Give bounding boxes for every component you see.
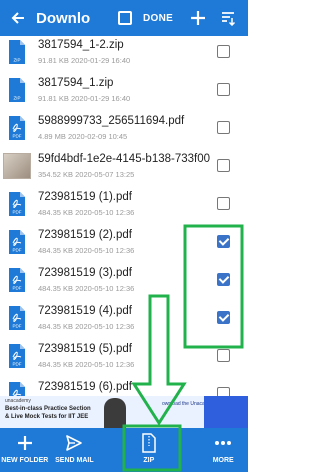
file-row[interactable]: PDF 723981519 (3).pdf 484.35 KB 2020-05-10… bbox=[0, 264, 248, 298]
file-name: 5988999733_256511694.pdf bbox=[38, 115, 185, 127]
back-arrow-icon bbox=[11, 12, 24, 24]
ad-banner[interactable]: unacademy Best-in-class Practice Section… bbox=[0, 396, 248, 428]
file-name: 723981519 (6).pdf bbox=[38, 381, 132, 393]
ad-subheadline: & Live Mock Tests for IIT JEE bbox=[5, 414, 89, 420]
pdf-file-icon: PDF bbox=[9, 344, 25, 368]
file-type-label: PDF bbox=[13, 134, 22, 139]
file-row[interactable]: PDF 723981519 (1).pdf 484.35 KB 2020-05-10… bbox=[0, 188, 248, 222]
file-checkbox[interactable] bbox=[217, 83, 230, 96]
file-row[interactable]: PDF 5988999733_256511694.pdf 4.89 MB 2020-… bbox=[0, 112, 248, 146]
file-checkbox[interactable] bbox=[217, 387, 230, 396]
ad-brand: unacademy bbox=[5, 398, 31, 404]
pdf-file-icon: PDF bbox=[9, 306, 25, 330]
file-thumbnail bbox=[3, 153, 31, 179]
file-row[interactable]: PDF 723981519 (4).pdf 484.35 KB 2020-05-10… bbox=[0, 302, 248, 336]
more-label: MORE bbox=[212, 457, 234, 464]
file-name: 3817594_1.zip bbox=[38, 77, 114, 89]
file-row[interactable]: PDF 723981519 (2).pdf 484.35 KB 2020-05-10… bbox=[0, 226, 248, 260]
zip-file-icon: ZIP bbox=[9, 78, 25, 102]
zip-file-icon: ZIP bbox=[9, 40, 25, 64]
pdf-file-icon: PDF bbox=[9, 116, 25, 140]
ad-person-image bbox=[104, 398, 126, 428]
pdf-file-icon: PDF bbox=[9, 192, 25, 216]
zip-button[interactable]: ZIP bbox=[124, 428, 174, 472]
sort-button[interactable] bbox=[213, 0, 243, 36]
file-row[interactable]: 59fd4bdf-1e2e-4145-b138-733f00… 354.52 KB… bbox=[0, 150, 248, 184]
send-mail-label: SEND MAIL bbox=[55, 457, 94, 464]
file-checkbox[interactable] bbox=[217, 197, 230, 210]
file-list: ZIP 3817594_1-2.zip 91.81 KB 2020-01-29 16… bbox=[0, 36, 248, 396]
file-meta: 91.81 KB 2020-01-29 16:40 bbox=[38, 94, 131, 103]
file-name: 723981519 (3).pdf bbox=[38, 267, 132, 279]
file-name: 723981519 (5).pdf bbox=[38, 343, 132, 355]
file-checkbox[interactable] bbox=[217, 159, 230, 172]
file-type-label: ZIP bbox=[13, 58, 20, 63]
file-checkbox[interactable] bbox=[217, 273, 230, 286]
file-row[interactable]: PDF 723981519 (5).pdf 484.35 KB 2020-05-10… bbox=[0, 340, 248, 374]
file-name: 59fd4bdf-1e2e-4145-b138-733f00… bbox=[38, 153, 210, 165]
file-meta: 91.81 KB 2020-01-29 16:40 bbox=[38, 56, 131, 65]
file-meta: 484.35 KB 2020-05-10 12:36 bbox=[38, 208, 135, 217]
sort-icon bbox=[222, 12, 236, 26]
done-button[interactable]: DONE bbox=[143, 13, 173, 24]
new-folder-button[interactable]: NEW FOLDER bbox=[0, 428, 50, 472]
select-all-checkbox[interactable] bbox=[118, 11, 132, 25]
bottom-action-bar: NEW FOLDER SEND MAIL ZIP MORE bbox=[0, 428, 248, 472]
file-type-label: PDF bbox=[13, 362, 22, 367]
file-name: 723981519 (4).pdf bbox=[38, 305, 132, 317]
file-row[interactable]: PDF723981519 (6).pdf484.35 KB 2020-05-10… bbox=[0, 378, 248, 396]
top-app-bar: Downlo DONE bbox=[0, 0, 248, 36]
back-button[interactable] bbox=[0, 0, 36, 36]
file-type-label: PDF bbox=[13, 324, 22, 329]
file-checkbox[interactable] bbox=[217, 45, 230, 58]
file-name: 723981519 (1).pdf bbox=[38, 191, 132, 203]
file-checkbox[interactable] bbox=[217, 311, 230, 324]
send-mail-button[interactable]: SEND MAIL bbox=[50, 428, 100, 472]
file-checkbox[interactable] bbox=[217, 121, 230, 134]
file-type-label: ZIP bbox=[13, 96, 20, 101]
file-meta: 484.35 KB 2020-05-10 12:36 bbox=[38, 322, 135, 331]
ad-graphic bbox=[204, 396, 248, 428]
more-button[interactable]: MORE bbox=[198, 428, 248, 472]
pdf-file-icon: PDF bbox=[9, 230, 25, 254]
zip-label: ZIP bbox=[143, 457, 155, 464]
file-name: 723981519 (2).pdf bbox=[38, 229, 132, 241]
plus-icon bbox=[191, 11, 206, 25]
zip-icon bbox=[138, 432, 160, 454]
file-checkbox[interactable] bbox=[217, 349, 230, 362]
file-row[interactable]: ZIP 3817594_1.zip 91.81 KB 2020-01-29 16:4… bbox=[0, 74, 248, 108]
more-icon bbox=[212, 432, 234, 454]
pdf-file-icon: PDF bbox=[9, 382, 25, 396]
add-button[interactable] bbox=[183, 0, 213, 36]
file-checkbox[interactable] bbox=[217, 235, 230, 248]
file-meta: 484.35 KB 2020-05-10 12:36 bbox=[38, 246, 135, 255]
plus-icon bbox=[14, 432, 36, 454]
pdf-file-icon: PDF bbox=[9, 268, 25, 292]
file-name: 3817594_1-2.zip bbox=[38, 39, 124, 51]
page-title: Downlo bbox=[36, 9, 91, 27]
file-type-label: PDF bbox=[13, 248, 22, 253]
file-meta: 484.35 KB 2020-05-10 12:36 bbox=[38, 284, 135, 293]
file-meta: 484.35 KB 2020-05-10 12:36 bbox=[38, 360, 135, 369]
file-meta: 354.52 KB 2020-05-07 13:25 bbox=[38, 170, 135, 179]
file-type-label: PDF bbox=[13, 210, 22, 215]
mail-icon bbox=[63, 432, 85, 454]
ad-headline: Best-in-class Practice Section bbox=[5, 406, 91, 412]
file-row[interactable]: ZIP 3817594_1-2.zip 91.81 KB 2020-01-29 16… bbox=[0, 36, 248, 70]
file-type-label: PDF bbox=[13, 286, 22, 291]
file-meta: 4.89 MB 2020-02-09 10:45 bbox=[38, 132, 128, 141]
new-folder-label: NEW FOLDER bbox=[1, 457, 49, 464]
